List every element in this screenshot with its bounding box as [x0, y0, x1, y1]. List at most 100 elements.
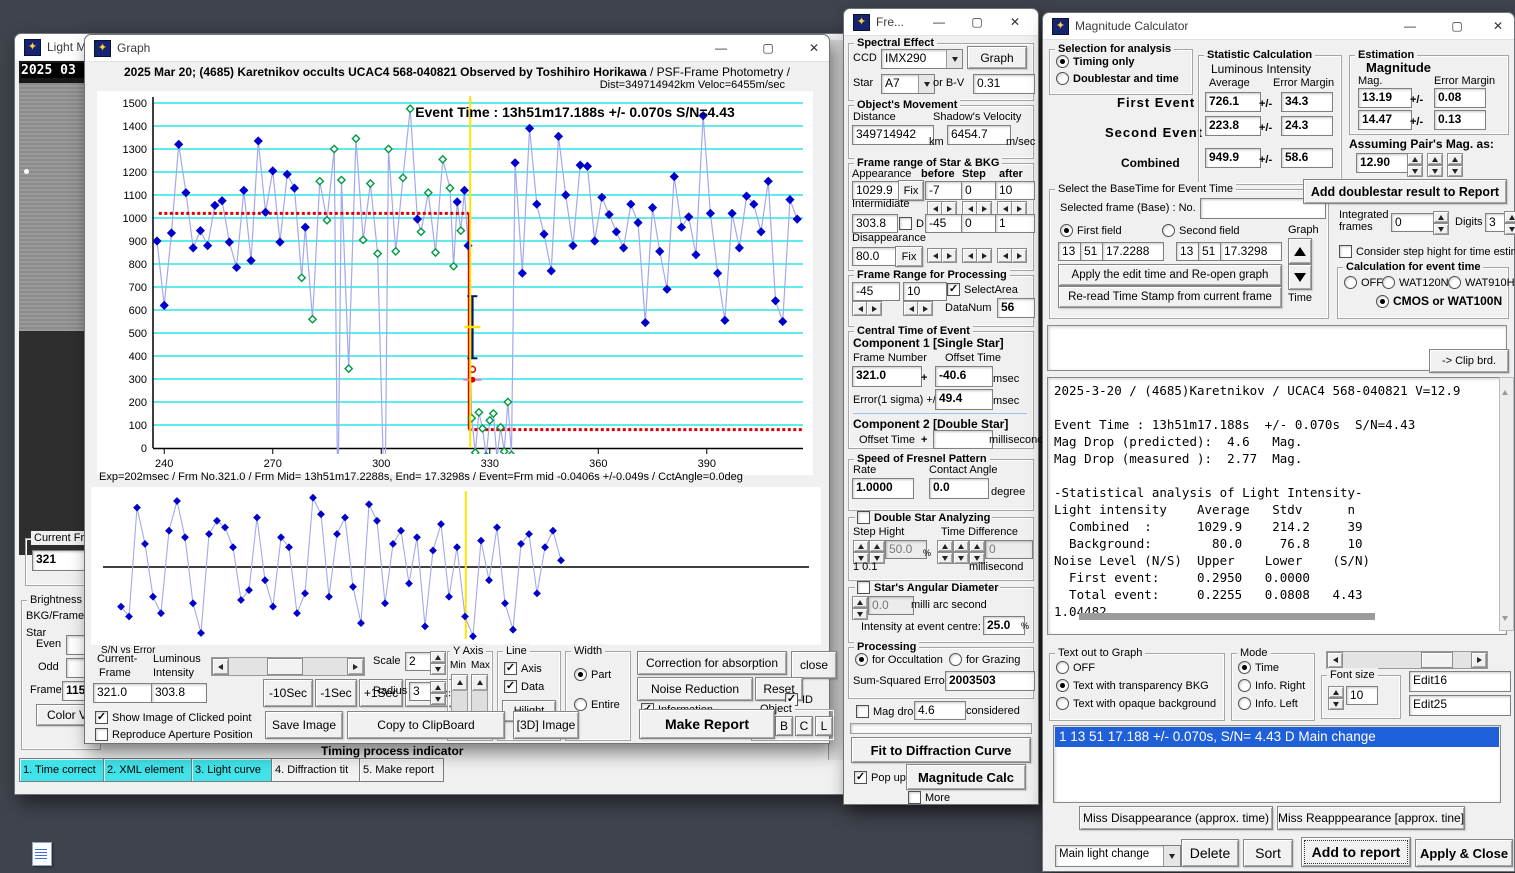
datanum-field[interactable]: 56: [997, 298, 1035, 318]
reread-timestamp-button[interactable]: Re-read Time Stamp from current frame: [1058, 286, 1282, 308]
correction-absorption-button[interactable]: Correction for absorption: [637, 651, 787, 675]
step-field[interactable]: 0: [961, 181, 997, 200]
close-button[interactable]: ✕: [799, 38, 829, 58]
pair-mag-stepper3[interactable]: [1447, 153, 1463, 177]
minimize-button[interactable]: —: [924, 12, 954, 32]
event-listbox[interactable]: 1 13 51 17.188 +/- 0.070s, S/N= 4.43 D M…: [1053, 725, 1501, 803]
object-c-button[interactable]: C: [795, 716, 813, 736]
part-radio[interactable]: Part: [574, 668, 611, 681]
mag2-err-field[interactable]: 0.13: [1434, 110, 1486, 130]
spin-right[interactable]: [917, 301, 933, 316]
first-field-radio[interactable]: First field: [1060, 224, 1122, 237]
comp1-offset-field[interactable]: -40.6: [935, 366, 993, 387]
apply-edit-time-button[interactable]: Apply the edit time and Re-open graph: [1058, 264, 1282, 286]
proc-range-start-field[interactable]: -45: [852, 282, 900, 301]
pair-mag-stepper2[interactable]: [1427, 153, 1443, 177]
scale-field[interactable]: 2: [405, 652, 433, 671]
before-field[interactable]: -7: [925, 181, 963, 200]
magnitude-calc-button[interactable]: Magnitude Calc: [906, 764, 1026, 790]
spin-right[interactable]: [941, 248, 957, 263]
current-frame-field[interactable]: 321.0: [93, 683, 155, 703]
sse-field[interactable]: 2003503: [945, 671, 1035, 691]
axis-checkbox[interactable]: Axis: [504, 662, 542, 675]
wat910h-radio[interactable]: WAT910H>: [1448, 276, 1515, 289]
scale-stepper[interactable]: [430, 651, 446, 675]
second-field-radio[interactable]: Second field: [1162, 224, 1240, 237]
apply-close-button[interactable]: Apply & Close: [1415, 839, 1513, 867]
dropdown-arrow-icon[interactable]: [918, 75, 934, 93]
scroll-up-icon[interactable]: [1502, 382, 1508, 400]
dropdown-arrow-icon[interactable]: [946, 50, 962, 68]
popup-checkbox[interactable]: Pop up: [854, 771, 906, 784]
maximize-button[interactable]: ▢: [1442, 16, 1472, 36]
3d-image-button[interactable]: [3D] Image: [513, 711, 579, 739]
mag2-field[interactable]: 14.47: [1358, 110, 1412, 130]
spin-right[interactable]: [866, 301, 882, 316]
font-size-field[interactable]: 10: [1346, 686, 1378, 705]
ymin-up-button[interactable]: [451, 674, 468, 691]
wat120n-radio[interactable]: WAT120N: [1382, 276, 1449, 289]
first-event-avg-field[interactable]: 726.1: [1205, 92, 1261, 112]
star-type-dropdown[interactable]: A7: [881, 74, 935, 94]
distance-field[interactable]: 349714942: [852, 125, 934, 145]
tab-xml-element[interactable]: 2. XML element: [103, 758, 194, 782]
doublestar-time-radio[interactable]: Doublestar and time: [1056, 72, 1179, 85]
spectral-graph-button[interactable]: Graph: [967, 46, 1027, 69]
off-radio[interactable]: OFF: [1344, 276, 1383, 289]
output-vscrollbar[interactable]: [1499, 377, 1514, 631]
proc-range-end-field[interactable]: 10: [903, 282, 947, 301]
time-scrollbar[interactable]: [211, 657, 365, 676]
current-frame-main-field[interactable]: 321: [32, 550, 92, 571]
noise-reduction-button[interactable]: Noise Reduction: [637, 677, 753, 701]
object-l-button[interactable]: L: [815, 716, 833, 736]
cmos-radio[interactable]: CMOS or WAT100N: [1376, 294, 1502, 308]
pair-mag-stepper1[interactable]: [1407, 153, 1423, 177]
disappearance-fix-button[interactable]: Fix: [895, 246, 923, 267]
spin-right[interactable]: [1011, 248, 1027, 263]
scroll-right-button[interactable]: [347, 658, 364, 675]
reproduce-aperture-checkbox[interactable]: Reproduce Aperture Position: [95, 728, 253, 741]
minus-10sec-button[interactable]: -10Sec: [263, 679, 313, 707]
miss-reappearance-button[interactable]: Miss Reapppearance [approx. tine]: [1277, 806, 1465, 830]
scroll-left-button[interactable]: [212, 658, 229, 675]
step-hight-field[interactable]: 50.0: [885, 540, 927, 559]
d-checkbox[interactable]: D: [899, 217, 924, 230]
comp2-offset-field[interactable]: [933, 430, 993, 449]
mag1-field[interactable]: 13.19: [1358, 88, 1412, 108]
mode-time-radio[interactable]: Time: [1238, 661, 1279, 674]
mag1-err-field[interactable]: 0.08: [1434, 88, 1486, 108]
dropdown-arrow-icon[interactable]: [1163, 846, 1180, 866]
comp1-frame-field[interactable]: 321.0: [852, 366, 922, 387]
video-frame-view[interactable]: 2025 03: [19, 61, 87, 555]
scroll-down-icon[interactable]: [1502, 608, 1508, 626]
textout-transparent-radio[interactable]: Text with transparency BKG: [1056, 679, 1209, 692]
close-button[interactable]: ✕: [1483, 16, 1513, 36]
before2-field[interactable]: -45: [925, 214, 963, 233]
radius-stepper[interactable]: [430, 681, 446, 705]
after2-field[interactable]: 1: [995, 214, 1035, 233]
combined-avg-field[interactable]: 949.9: [1205, 148, 1261, 168]
fit-diffraction-button[interactable]: Fit to Diffraction Curve: [851, 737, 1031, 763]
textout-off-radio[interactable]: OFF: [1056, 661, 1095, 674]
angular-stepper[interactable]: [852, 596, 868, 620]
for-grazing-radio[interactable]: for Grazing: [949, 653, 1020, 666]
second-event-err-field[interactable]: 24.3: [1281, 116, 1333, 136]
minus-1sec-button[interactable]: -1Sec: [315, 679, 357, 707]
copy-clipboard-button[interactable]: Copy to ClipBoard: [347, 711, 505, 739]
minimize-button[interactable]: —: [706, 38, 736, 58]
angular-field[interactable]: 0.0: [868, 596, 914, 615]
mag-drop-checkbox[interactable]: Mag drop: [856, 705, 919, 718]
t1-ss-field[interactable]: 17.2288: [1102, 242, 1164, 261]
timing-only-radio[interactable]: Timing only: [1056, 55, 1135, 68]
intermidiate-field[interactable]: 303.8: [852, 214, 898, 233]
time-diff-stepper2[interactable]: [953, 540, 969, 564]
data-checkbox[interactable]: Data: [504, 680, 544, 693]
scroll-thumb[interactable]: [1421, 652, 1453, 668]
mode-info-right-radio[interactable]: Info. Right: [1238, 679, 1305, 692]
edit25-field[interactable]: Edit25: [1409, 695, 1511, 716]
sort-button[interactable]: Sort: [1243, 839, 1293, 867]
edit16-field[interactable]: Edit16: [1409, 671, 1511, 692]
time-diff-field[interactable]: 0: [985, 540, 1033, 559]
luminous-intensity-field[interactable]: 303.8: [151, 683, 207, 703]
textout-opaque-radio[interactable]: Text with opaque background: [1056, 697, 1216, 710]
